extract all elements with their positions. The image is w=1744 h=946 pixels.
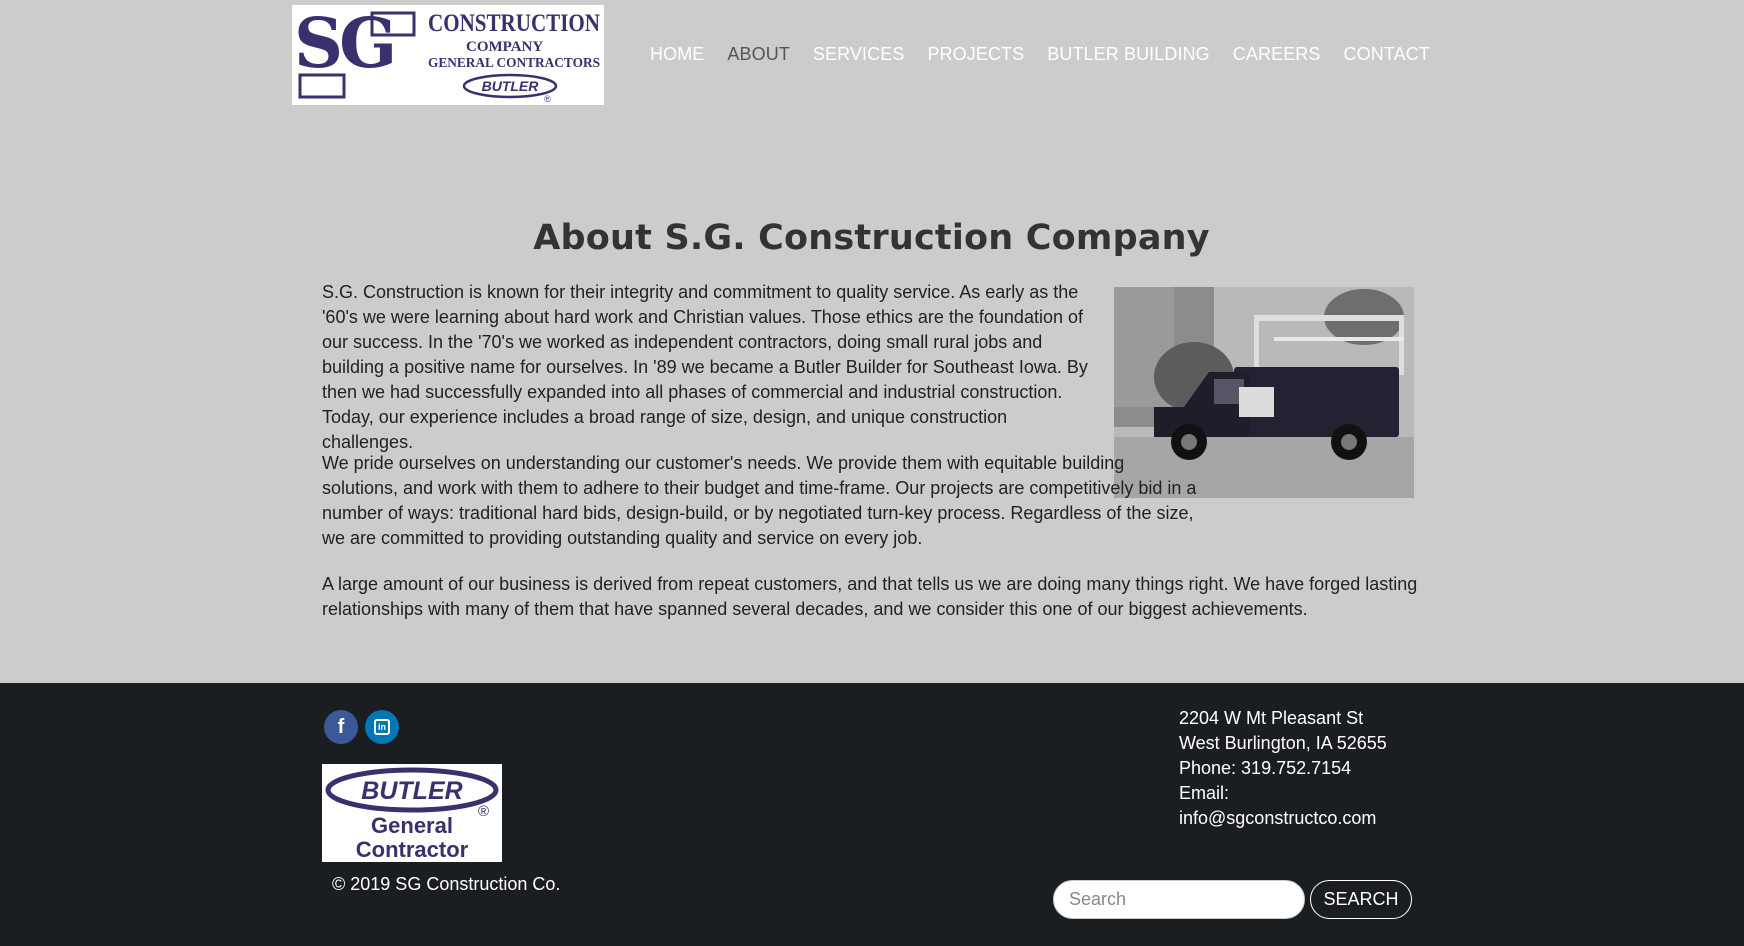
logo-line3: GENERAL CONTRACTORS xyxy=(428,56,600,71)
nav-butler-building[interactable]: BUTLER BUILDING xyxy=(1047,42,1210,68)
main-nav: HOME ABOUT SERVICES PROJECTS BUTLER BUIL… xyxy=(650,42,1453,68)
logo-badge: BUTLER xyxy=(482,78,540,94)
nav-services[interactable]: SERVICES xyxy=(813,42,905,68)
logo-line2: COMPANY xyxy=(466,39,543,55)
address-email[interactable]: info@sgconstructco.com xyxy=(1179,806,1387,831)
company-logo[interactable]: SG CONSTRUCTION COMPANY GENERAL CONTRACT… xyxy=(292,5,604,105)
search-input[interactable] xyxy=(1053,880,1305,919)
nav-home[interactable]: HOME xyxy=(650,42,704,68)
facebook-glyph: f xyxy=(337,715,345,738)
page-title: About S.G. Construction Company xyxy=(533,218,1210,258)
badge-registered: ® xyxy=(478,803,489,820)
address-email-label: Email: xyxy=(1179,783,1230,803)
address-city: West Burlington, IA 52655 xyxy=(1179,733,1387,753)
address-street: 2204 W Mt Pleasant St xyxy=(1179,708,1364,728)
logo-letters: SG xyxy=(294,5,393,84)
nav-contact[interactable]: CONTACT xyxy=(1344,42,1430,68)
logo-line1: CONSTRUCTION xyxy=(428,10,600,37)
about-paragraph-3: A large amount of our business is derive… xyxy=(322,574,1418,619)
about-paragraph-1: S.G. Construction is known for their int… xyxy=(322,282,1088,452)
badge-line2: Contractor xyxy=(356,837,469,862)
about-paragraph-2: We pride ourselves on understanding our … xyxy=(322,453,1197,548)
badge-brand: BUTLER xyxy=(361,777,462,805)
linkedin-icon[interactable]: in xyxy=(365,710,399,744)
contact-address: 2204 W Mt Pleasant St West Burlington, I… xyxy=(1179,706,1387,831)
address-phone[interactable]: Phone: 319.752.7154 xyxy=(1179,756,1387,781)
badge-line1: General xyxy=(371,813,453,838)
nav-projects[interactable]: PROJECTS xyxy=(927,42,1024,68)
linkedin-glyph: in xyxy=(374,719,390,735)
nav-about[interactable]: ABOUT xyxy=(727,42,790,68)
facebook-icon[interactable]: f xyxy=(324,710,358,744)
logo-registered: ® xyxy=(544,94,551,104)
copyright-text: © 2019 SG Construction Co. xyxy=(332,874,561,894)
nav-careers[interactable]: CAREERS xyxy=(1233,42,1321,68)
butler-general-contractor-badge[interactable]: BUTLER ® General Contractor xyxy=(322,764,502,862)
search-button[interactable]: SEARCH xyxy=(1310,880,1412,919)
